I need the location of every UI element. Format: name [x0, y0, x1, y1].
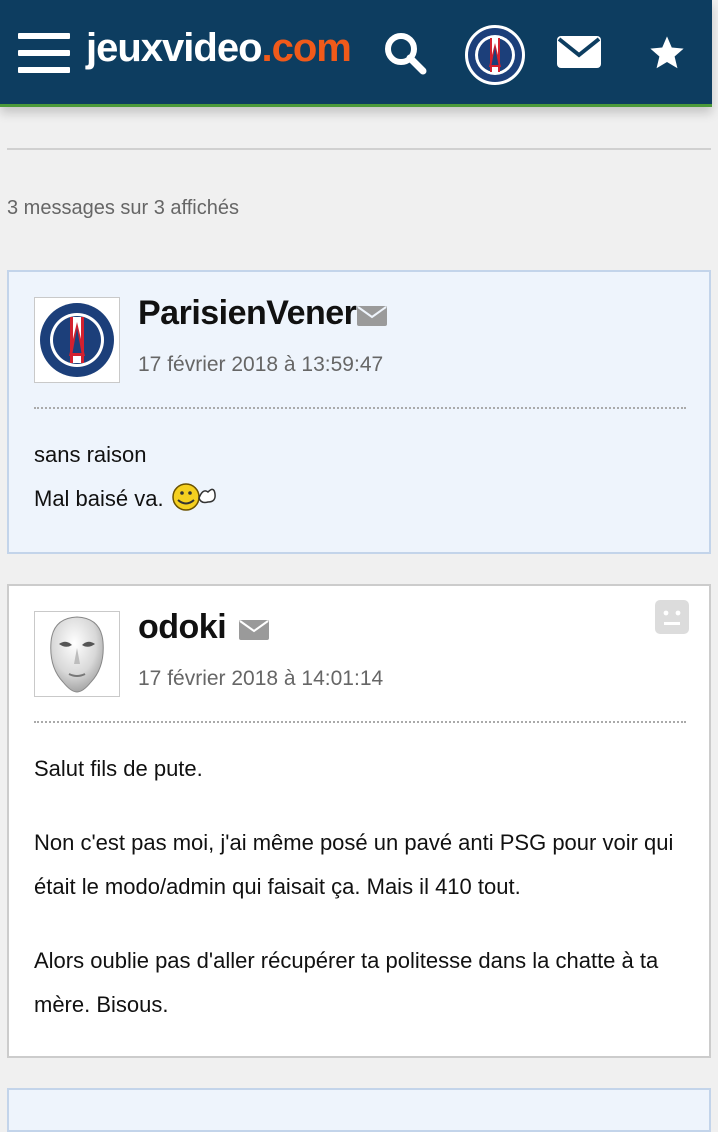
post-author[interactable]: ParisienVener [138, 294, 357, 333]
post-line: Mal baisé va. [34, 486, 164, 511]
post-paragraph: Non c'est pas moi, j'ai même posé un pav… [34, 830, 674, 899]
psg-crest-icon [468, 28, 522, 82]
divider [7, 148, 711, 150]
sad-face-icon[interactable] [655, 600, 689, 634]
author-avatar[interactable] [34, 297, 120, 383]
post-body: Salut fils de pute. Non c'est pas moi, j… [34, 747, 689, 1057]
logo-tld: .com [261, 26, 352, 70]
search-icon[interactable] [382, 30, 428, 76]
author-avatar[interactable] [34, 611, 120, 697]
private-message-icon[interactable] [239, 620, 269, 640]
post-paragraph: Salut fils de pute. [34, 756, 203, 781]
forum-post: ParisienVener 17 février 2018 à 13:59:47… [7, 270, 711, 554]
message-count: 3 messages sur 3 affichés [7, 197, 239, 219]
private-message-icon[interactable] [357, 306, 387, 326]
envelope-icon[interactable] [556, 34, 602, 70]
star-icon[interactable] [648, 34, 686, 72]
smiley-icon [170, 480, 218, 527]
post-author[interactable]: odoki [138, 608, 227, 647]
forum-post [7, 1088, 711, 1132]
post-separator [34, 407, 686, 409]
forum-post: odoki 17 février 2018 à 14:01:14 Salut f… [7, 584, 711, 1058]
post-paragraph: Alors oublie pas d'aller récupérer ta po… [34, 948, 659, 1017]
hamburger-menu-icon[interactable] [18, 33, 70, 73]
post-date[interactable]: 17 février 2018 à 13:59:47 [138, 353, 383, 377]
logo-main: jeuxvideo [86, 26, 263, 70]
site-logo[interactable]: jeuxvideo.com [86, 26, 352, 71]
psg-crest-icon [35, 298, 119, 382]
post-line: sans raison [34, 442, 147, 467]
post-body: sans raison Mal baisé va. [34, 433, 689, 527]
white-mask-icon [35, 612, 119, 696]
user-avatar[interactable] [465, 25, 525, 85]
post-separator [34, 721, 686, 723]
post-date[interactable]: 17 février 2018 à 14:01:14 [138, 667, 383, 691]
top-bar: jeuxvideo.com [0, 0, 712, 107]
